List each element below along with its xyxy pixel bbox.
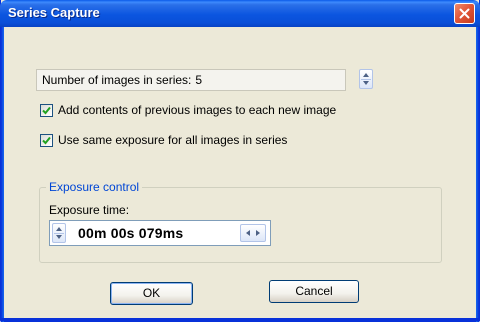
spin-down-icon[interactable]	[56, 235, 62, 239]
spin-left-icon[interactable]	[246, 230, 250, 236]
close-button[interactable]	[454, 3, 475, 24]
spin-right-icon[interactable]	[256, 230, 260, 236]
exposure-control-title: Exposure control	[46, 180, 143, 194]
add-contents-checkbox[interactable]	[40, 103, 53, 117]
title-bar[interactable]: Series Capture	[0, 0, 480, 27]
window-frame-right	[476, 27, 479, 322]
exposure-time-value[interactable]: 00m 00s 079ms	[78, 225, 183, 241]
spin-divider	[54, 233, 64, 234]
exposure-time-spin-button[interactable]	[52, 223, 66, 243]
checkmark-icon	[42, 136, 51, 144]
add-contents-option[interactable]: Add contents of previous images to each …	[40, 103, 336, 117]
time-unit-selector[interactable]	[240, 224, 266, 242]
exposure-time-label: Exposure time:	[49, 203, 130, 217]
checkmark-icon	[42, 106, 51, 114]
same-exposure-checkbox[interactable]	[40, 133, 53, 147]
add-contents-label: Add contents of previous images to each …	[58, 103, 337, 117]
same-exposure-option[interactable]: Use same exposure for all images in seri…	[40, 133, 287, 147]
same-exposure-label: Use same exposure for all images in seri…	[58, 133, 288, 147]
ok-button[interactable]: OK	[110, 282, 193, 305]
spin-up-icon[interactable]	[363, 73, 369, 77]
images-spin-button[interactable]	[359, 69, 373, 89]
spin-divider	[361, 79, 371, 80]
window-frame-bottom	[1, 318, 480, 321]
images-in-series-value: 5	[195, 73, 203, 87]
images-in-series-label: Number of images in series:	[42, 73, 192, 87]
exposure-time-field[interactable]: 00m 00s 079ms	[49, 220, 271, 246]
window-frame-left	[1, 27, 4, 322]
series-capture-dialog: Series Capture	[0, 0, 480, 322]
close-icon	[459, 8, 470, 19]
spin-down-icon[interactable]	[363, 81, 369, 85]
cancel-button[interactable]: Cancel	[269, 280, 359, 303]
images-in-series-field[interactable]: Number of images in series: 5	[36, 69, 346, 91]
spin-up-icon[interactable]	[56, 227, 62, 231]
window-title: Series Capture	[8, 5, 100, 20]
